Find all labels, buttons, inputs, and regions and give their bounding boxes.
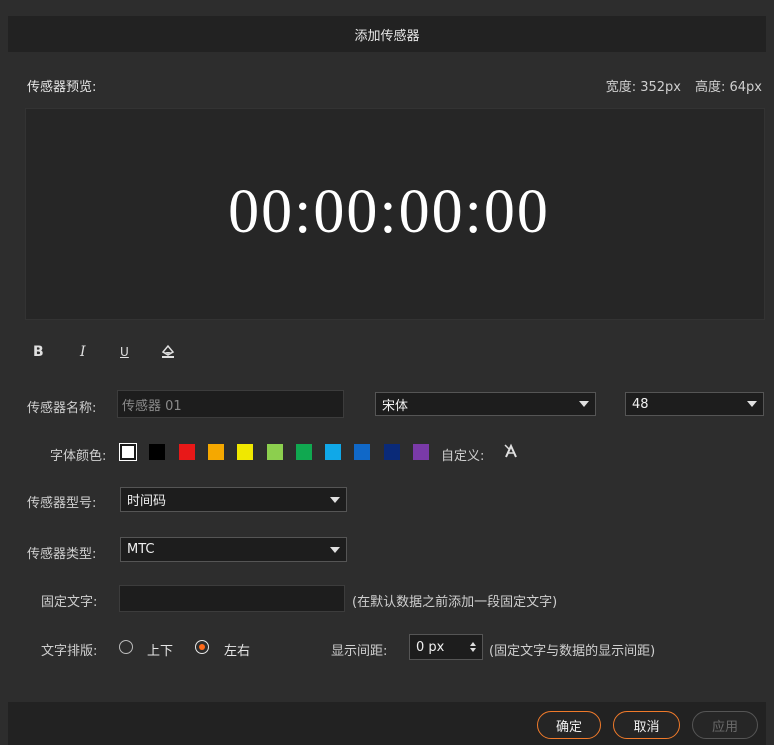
sensor-name-input[interactable]: 传感器 01 bbox=[117, 390, 344, 418]
color-swatch-white[interactable] bbox=[119, 443, 137, 461]
color-swatch-red[interactable] bbox=[178, 444, 195, 460]
chevron-down-icon bbox=[579, 401, 589, 407]
dialog-titlebar: 添加传感器 bbox=[8, 16, 766, 52]
font-family-select[interactable]: 宋体 bbox=[375, 392, 596, 416]
preview-height: 高度: 64px bbox=[695, 80, 762, 95]
dialog-title: 添加传感器 bbox=[354, 28, 420, 44]
sensor-model-value: 时间码 bbox=[127, 494, 167, 509]
sensor-preview-area: 00:00:00:00 bbox=[25, 108, 765, 320]
fixed-text-hint: (在默认数据之前添加一段固定文字) bbox=[352, 595, 558, 610]
display-spacing-hint: (固定文字与数据的显示间距) bbox=[489, 644, 656, 659]
color-swatch-navy[interactable] bbox=[383, 444, 400, 460]
add-sensor-dialog: 添加传感器 传感器预览: 宽度: 352px 高度: 64px 00:00:00:… bbox=[0, 0, 774, 745]
color-swatch-purple[interactable] bbox=[413, 444, 429, 460]
color-swatch-blue[interactable] bbox=[354, 444, 371, 460]
sensor-type-label: 传感器类型: bbox=[27, 547, 97, 562]
color-swatch-black[interactable] bbox=[149, 444, 166, 460]
stepper-arrows-icon[interactable] bbox=[470, 642, 476, 652]
preview-dimensions: 宽度: 352px 高度: 64px bbox=[606, 76, 762, 95]
font-size-select[interactable]: 48 bbox=[625, 392, 764, 416]
palette-icon[interactable] bbox=[503, 443, 519, 463]
display-spacing-value: 0 px bbox=[416, 639, 445, 655]
display-spacing-label: 显示间距: bbox=[331, 644, 388, 659]
sensor-type-value: MTC bbox=[127, 542, 155, 557]
color-swatch-yellow[interactable] bbox=[237, 444, 254, 460]
sensor-name-placeholder: 传感器 01 bbox=[122, 398, 182, 414]
preview-width: 宽度: 352px bbox=[605, 80, 681, 95]
display-spacing-spinbox[interactable]: 0 px bbox=[409, 634, 483, 660]
chevron-down-icon bbox=[330, 496, 340, 503]
fixed-text-input[interactable] bbox=[119, 585, 345, 612]
custom-color-label: 自定义: bbox=[441, 449, 485, 464]
text-layout-label: 文字排版: bbox=[41, 644, 98, 659]
bold-button[interactable]: B bbox=[33, 344, 44, 360]
apply-button[interactable]: 应用 bbox=[692, 711, 758, 739]
sensor-name-label: 传感器名称: bbox=[27, 401, 97, 416]
color-swatch-cyan[interactable] bbox=[325, 444, 342, 460]
cancel-button[interactable]: 取消 bbox=[613, 711, 680, 739]
fixed-text-label: 固定文字: bbox=[41, 595, 98, 610]
color-swatch-green[interactable] bbox=[295, 444, 312, 460]
color-swatch-orange[interactable] bbox=[207, 444, 224, 460]
sensor-model-select[interactable]: 时间码 bbox=[120, 487, 347, 512]
underline-button[interactable]: U bbox=[120, 345, 129, 359]
background-fill-icon[interactable] bbox=[160, 343, 176, 363]
font-color-label: 字体颜色: bbox=[50, 449, 107, 464]
color-swatch-light-green[interactable] bbox=[266, 444, 283, 460]
layout-horizontal-label: 左右 bbox=[224, 644, 251, 659]
sensor-type-select[interactable]: MTC bbox=[120, 537, 347, 562]
preview-timecode: 00:00:00:00 bbox=[228, 177, 550, 246]
font-family-value: 宋体 bbox=[382, 398, 409, 414]
sensor-model-label: 传感器型号: bbox=[27, 496, 97, 511]
ok-button[interactable]: 确定 bbox=[537, 711, 601, 739]
preview-label: 传感器预览: bbox=[27, 80, 97, 95]
italic-button[interactable]: I bbox=[80, 344, 86, 360]
layout-vertical-label: 上下 bbox=[147, 644, 174, 659]
chevron-down-icon bbox=[747, 401, 757, 407]
font-size-value: 48 bbox=[632, 396, 649, 412]
layout-horizontal-radio[interactable] bbox=[195, 640, 209, 654]
chevron-down-icon bbox=[330, 546, 340, 553]
layout-vertical-radio[interactable] bbox=[119, 640, 133, 654]
